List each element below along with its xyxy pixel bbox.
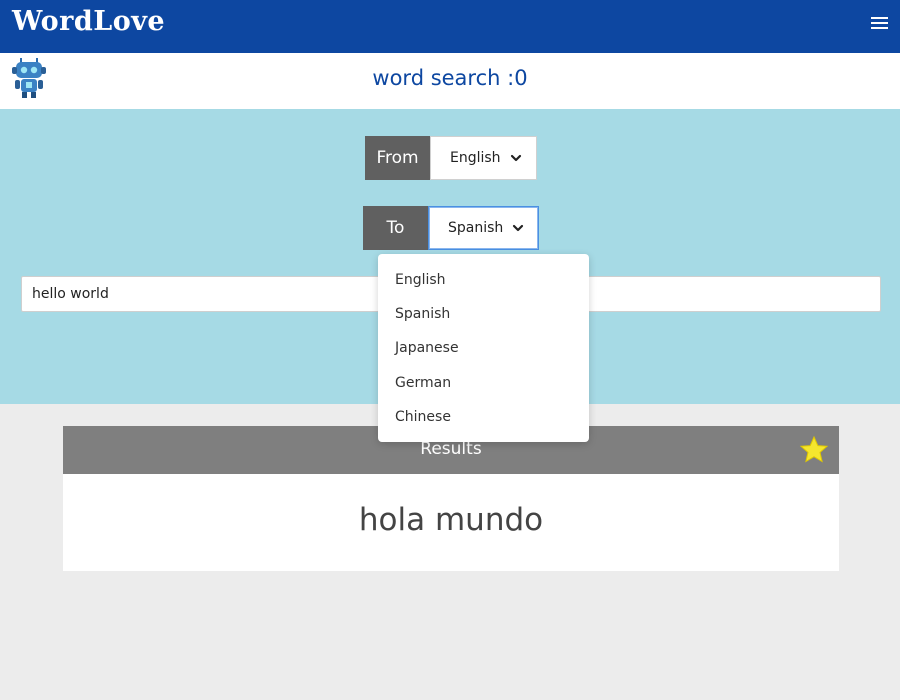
- from-label: From: [365, 136, 430, 180]
- to-selected-value: Spanish: [448, 220, 504, 236]
- dropdown-option-english[interactable]: English: [378, 263, 589, 297]
- dropdown-option-german[interactable]: German: [378, 366, 589, 400]
- from-language-group: From English: [365, 136, 537, 180]
- to-language-select[interactable]: Spanish: [428, 206, 539, 250]
- to-language-dropdown: English Spanish Japanese German Chinese: [378, 254, 589, 442]
- to-language-group: To Spanish: [363, 206, 539, 250]
- star-icon[interactable]: [799, 435, 829, 465]
- navbar: WordLove: [0, 0, 900, 53]
- word-search-counter: word search :0: [372, 66, 528, 90]
- dropdown-option-spanish[interactable]: Spanish: [378, 297, 589, 331]
- chevron-down-icon: [510, 154, 522, 162]
- dropdown-option-japanese[interactable]: Japanese: [378, 331, 589, 365]
- results-body: hola mundo: [63, 474, 839, 571]
- chevron-down-icon: [512, 224, 524, 232]
- from-language-select[interactable]: English: [430, 136, 537, 180]
- hamburger-menu-icon[interactable]: [871, 17, 888, 31]
- to-label: To: [363, 206, 428, 250]
- header-bar: word search :0: [0, 53, 900, 109]
- dropdown-option-chinese[interactable]: Chinese: [378, 400, 589, 434]
- from-selected-value: English: [450, 150, 501, 166]
- results-title: Results: [420, 439, 482, 459]
- translation-output: hola mundo: [358, 502, 544, 538]
- brand-logo[interactable]: WordLove: [12, 6, 165, 37]
